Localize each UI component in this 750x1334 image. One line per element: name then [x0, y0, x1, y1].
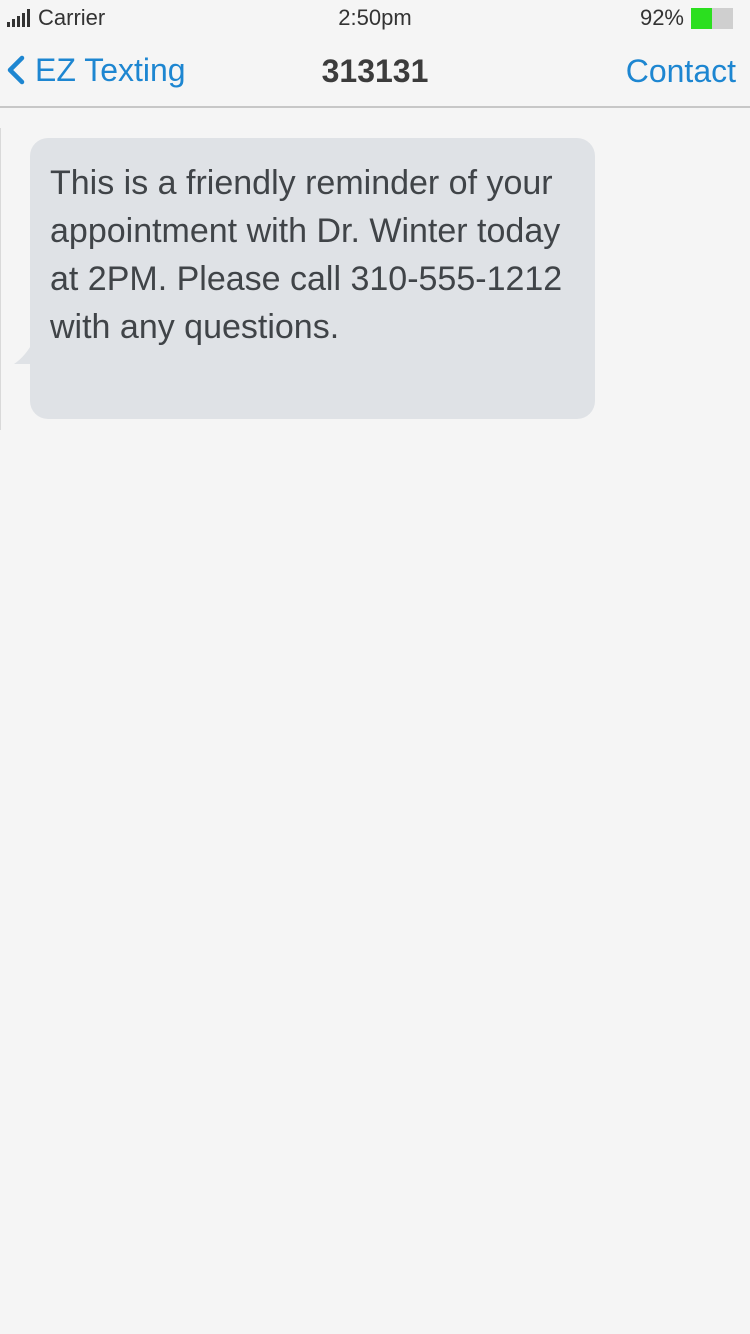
battery-icon — [691, 8, 733, 29]
conversation-area[interactable]: This is a friendly reminder of your appo… — [0, 108, 750, 1334]
divider — [0, 128, 1, 430]
message-text: This is a friendly reminder of your appo… — [50, 164, 563, 346]
navigation-bar: EZ Texting 313131 Contact — [0, 36, 750, 108]
battery-level-fill — [691, 8, 712, 29]
status-time: 2:50pm — [338, 5, 412, 30]
incoming-message-bubble[interactable]: This is a friendly reminder of your appo… — [30, 138, 595, 419]
status-bar: Carrier 2:50pm 92% — [0, 0, 750, 36]
battery-percent: 92% — [639, 5, 684, 30]
messages-screen: Carrier 2:50pm 92% EZ Texting 313131 Con… — [0, 0, 750, 1334]
contact-button[interactable]: Contact — [626, 53, 736, 90]
